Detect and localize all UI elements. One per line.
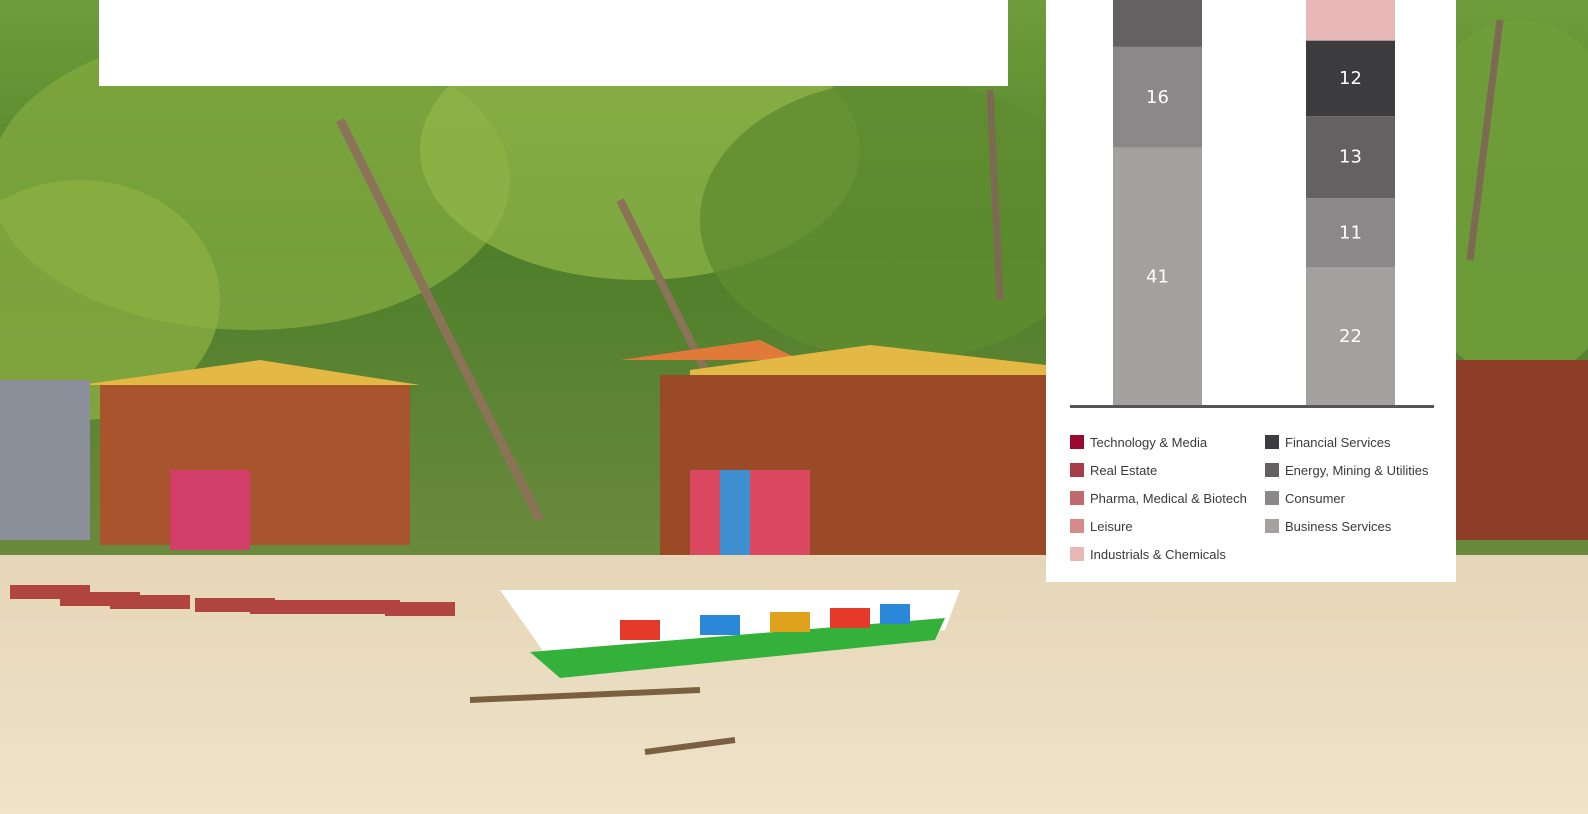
chart-panel: 4116232922111312 Technology & MediaReal … [1046,0,1456,582]
bar-segment [1113,0,1202,47]
bar-value-label: 12 [1339,68,1362,89]
legend-label: Consumer [1285,490,1345,506]
bar-value-label: 13 [1339,147,1362,168]
legend-label: Industrials & Chemicals [1090,546,1226,562]
legend-item: Financial Services [1265,428,1429,456]
bar-value-label: 16 [1146,87,1169,108]
legend-item: Real Estate [1070,456,1247,484]
legend-item: Industrials & Chemicals [1070,540,1247,568]
legend-left-column: Technology & Media Real Estate Pharma, Med… [1070,428,1247,568]
legend-label: Leisure [1090,518,1133,534]
legend-item: Technology & Media [1070,428,1247,456]
legend-swatch [1265,463,1279,477]
legend-swatch [1070,547,1084,561]
legend-label: Technology & Media [1090,434,1208,450]
legend-item: Energy, Mining & Utilities [1265,456,1429,484]
legend-label: Financial Services [1285,434,1391,450]
legend-swatch [1070,519,1084,533]
legend-item: Pharma, Medical & Biotech [1070,484,1247,512]
legend-label: Real Estate [1090,462,1158,478]
bar-segment-clipped [1306,0,1395,41]
legend-swatch [1070,491,1084,505]
legend-right-column: Financial Services Energy, Mining & Utili… [1265,428,1429,540]
chart-baseline [1070,405,1434,408]
legend-swatch [1265,519,1279,533]
legend-item: Business Services [1265,512,1429,540]
legend-label: Business Services [1285,518,1392,534]
bar-value-label: 11 [1339,222,1362,243]
bar-value-label: 22 [1339,326,1362,347]
legend-swatch [1265,491,1279,505]
legend-label: Pharma, Medical & Biotech [1090,490,1247,506]
legend-swatch [1265,435,1279,449]
legend-swatch [1070,435,1084,449]
legend-item: Consumer [1265,484,1429,512]
legend-item: Leisure [1070,512,1247,540]
legend-label: Energy, Mining & Utilities [1285,462,1429,478]
legend-swatch [1070,463,1084,477]
title-banner [99,0,1008,86]
stacked-bar-chart: 4116232922111312 [1113,0,1395,406]
bar-value-label: 41 [1146,266,1169,287]
